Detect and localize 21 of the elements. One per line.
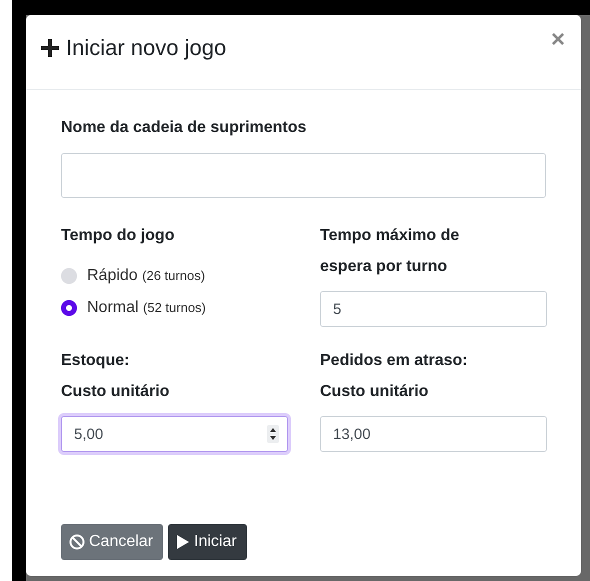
input-field[interactable] — [61, 153, 546, 198]
play-icon — [176, 534, 190, 550]
field-label: Tempo máximo de espera por turno — [320, 226, 460, 277]
field-label: Pedidos em atraso: — [320, 351, 469, 371]
prohibited-icon — [69, 534, 85, 550]
plus-icon — [40, 38, 60, 58]
radio-option[interactable]: Rápido (26 turnos) — [61, 260, 206, 292]
radio-option[interactable]: Normal (52 turnos) — [61, 292, 206, 324]
field-label: Tempo do jogo — [61, 226, 176, 246]
dialog-title: Iniciar novo jogo — [66, 35, 226, 61]
field-label: Custo unitário — [61, 382, 170, 402]
field-label: Custo unitário — [320, 382, 430, 402]
field-label: Estoque: — [61, 351, 130, 371]
spinner-icon[interactable] — [267, 425, 279, 443]
field-label: Nome da cadeia de suprimentos — [61, 118, 308, 138]
input-field[interactable]: 5,00 — [61, 416, 288, 452]
input-field[interactable]: 13,00 — [320, 416, 547, 452]
close-button[interactable]: × — [550, 26, 565, 54]
start-button[interactable]: Iniciar — [168, 524, 247, 560]
cancel-button[interactable]: Cancelar — [61, 524, 164, 560]
input-field[interactable]: 5 — [320, 291, 547, 327]
